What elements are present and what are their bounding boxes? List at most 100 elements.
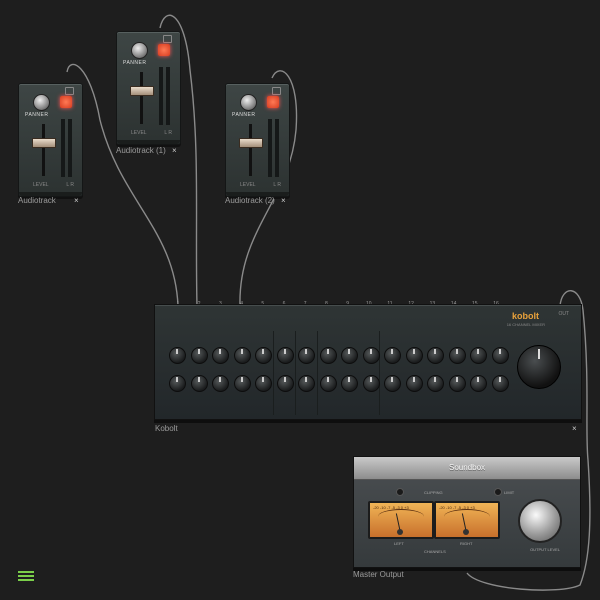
strip-foot	[117, 140, 180, 144]
level-label: LEVEL	[131, 130, 147, 136]
vu-arc	[444, 509, 490, 524]
panner-label: PANNER	[123, 60, 147, 66]
fader-track	[249, 124, 252, 176]
channel-knob[interactable]	[384, 375, 402, 392]
output-level-knob[interactable]	[518, 499, 562, 543]
channel-knob[interactable]	[362, 347, 380, 364]
channel-knob[interactable]	[190, 347, 208, 364]
panner-label: PANNER	[25, 112, 49, 118]
mute-button[interactable]	[158, 44, 170, 56]
channel-knob[interactable]	[448, 375, 466, 392]
channel-knob[interactable]	[448, 347, 466, 364]
close-icon[interactable]: ×	[74, 196, 79, 205]
channel-knob[interactable]	[190, 375, 208, 392]
lr-label: L R	[273, 182, 281, 188]
vu-screw	[397, 529, 403, 535]
limit-led[interactable]	[494, 488, 502, 496]
close-icon[interactable]: ×	[172, 146, 177, 155]
channel-knob[interactable]	[470, 375, 488, 392]
channel-separator	[295, 331, 296, 415]
panner-knob[interactable]	[131, 42, 148, 59]
menu-bar	[18, 575, 34, 577]
fader-track	[140, 72, 143, 124]
level-meter-right	[166, 67, 170, 125]
left-label: LEFT	[394, 541, 404, 546]
level-label: LEVEL	[240, 182, 256, 188]
level-fader[interactable]	[32, 138, 56, 148]
audiotrack-1-strip[interactable]: PANNER LEVEL L R	[116, 31, 181, 145]
clipping-led	[396, 488, 404, 496]
level-meter-left	[159, 67, 163, 125]
channel-knob[interactable]	[491, 347, 509, 364]
channel-knob[interactable]	[298, 347, 316, 364]
kobolt-mixer[interactable]: kobolt 16 CHANNEL MIXER OUT	[154, 304, 582, 420]
channel-knob[interactable]	[276, 347, 294, 364]
clipping-label: CLIPPING	[424, 490, 443, 495]
mute-button[interactable]	[60, 96, 72, 108]
level-fader[interactable]	[239, 138, 263, 148]
level-meter-right	[68, 119, 72, 177]
lr-label: L R	[66, 182, 74, 188]
channel-knob[interactable]	[212, 375, 230, 392]
channel-knob[interactable]	[233, 375, 251, 392]
strip-caption: Audiotrack (1)	[116, 146, 166, 155]
audiotrack-strip[interactable]: PANNER LEVEL L R	[18, 83, 83, 197]
lr-label: L R	[164, 130, 172, 136]
strip-caption: Audiotrack (2)	[225, 196, 275, 205]
channel-knob[interactable]	[341, 347, 359, 364]
channel-separator	[379, 331, 380, 415]
channel-knob[interactable]	[405, 347, 423, 364]
menu-icon[interactable]	[18, 571, 34, 583]
audiotrack-2-strip[interactable]: PANNER LEVEL L R	[225, 83, 290, 197]
level-label: LEVEL	[33, 182, 49, 188]
channel-knob[interactable]	[319, 347, 337, 364]
channel-knob[interactable]	[169, 347, 186, 364]
mixer-master-knob[interactable]	[517, 345, 561, 389]
panner-knob[interactable]	[240, 94, 257, 111]
io-icon[interactable]	[163, 35, 172, 43]
channel-knob[interactable]	[427, 375, 445, 392]
level-meter-right	[275, 119, 279, 177]
vu-meter-right: -20 -10 -7 -5 -3 0 +3	[434, 501, 500, 539]
channel-knob[interactable]	[341, 375, 359, 392]
channel-knob[interactable]	[233, 347, 251, 364]
channel-knob[interactable]	[212, 347, 230, 364]
channel-knob[interactable]	[405, 375, 423, 392]
channel-knob[interactable]	[470, 347, 488, 364]
panner-knob[interactable]	[33, 94, 50, 111]
menu-bar	[18, 579, 34, 581]
channel-knob[interactable]	[255, 347, 273, 364]
output-level-label: OUTPUT LEVEL	[530, 547, 560, 552]
channel-knob[interactable]	[255, 375, 273, 392]
limit-label: LIMIT	[504, 490, 515, 495]
channel-knob[interactable]	[169, 375, 186, 392]
io-icon[interactable]	[65, 87, 74, 95]
close-icon[interactable]: ×	[281, 196, 286, 205]
io-icon[interactable]	[272, 87, 281, 95]
channel-separator	[317, 331, 318, 415]
channel-knob[interactable]	[298, 375, 316, 392]
knob-row-top	[169, 347, 509, 364]
close-icon[interactable]: ×	[572, 424, 577, 433]
panner-label: PANNER	[232, 112, 256, 118]
channel-separator	[273, 331, 274, 415]
channels-label: CHANNELS	[424, 549, 446, 554]
channel-knob[interactable]	[362, 375, 380, 392]
master-title: Soundbox	[354, 457, 580, 480]
strip-caption: Audiotrack	[18, 196, 56, 205]
master-output-device[interactable]: Soundbox CLIPPING LIMIT -20 -10 -7 -5 -3…	[353, 456, 581, 568]
menu-bar	[18, 571, 34, 573]
vu-screw	[463, 529, 469, 535]
channel-knob[interactable]	[384, 347, 402, 364]
mixer-logo: kobolt	[512, 311, 539, 321]
mute-button[interactable]	[267, 96, 279, 108]
mixer-subtitle: 16 CHANNEL MIXER	[506, 322, 545, 327]
level-meter-left	[61, 119, 65, 177]
mixer-out-label: OUT	[558, 311, 569, 317]
channel-knob[interactable]	[276, 375, 294, 392]
channel-knob[interactable]	[319, 375, 337, 392]
level-meter-left	[268, 119, 272, 177]
level-fader[interactable]	[130, 86, 154, 96]
channel-knob[interactable]	[427, 347, 445, 364]
channel-knob[interactable]	[491, 375, 509, 392]
